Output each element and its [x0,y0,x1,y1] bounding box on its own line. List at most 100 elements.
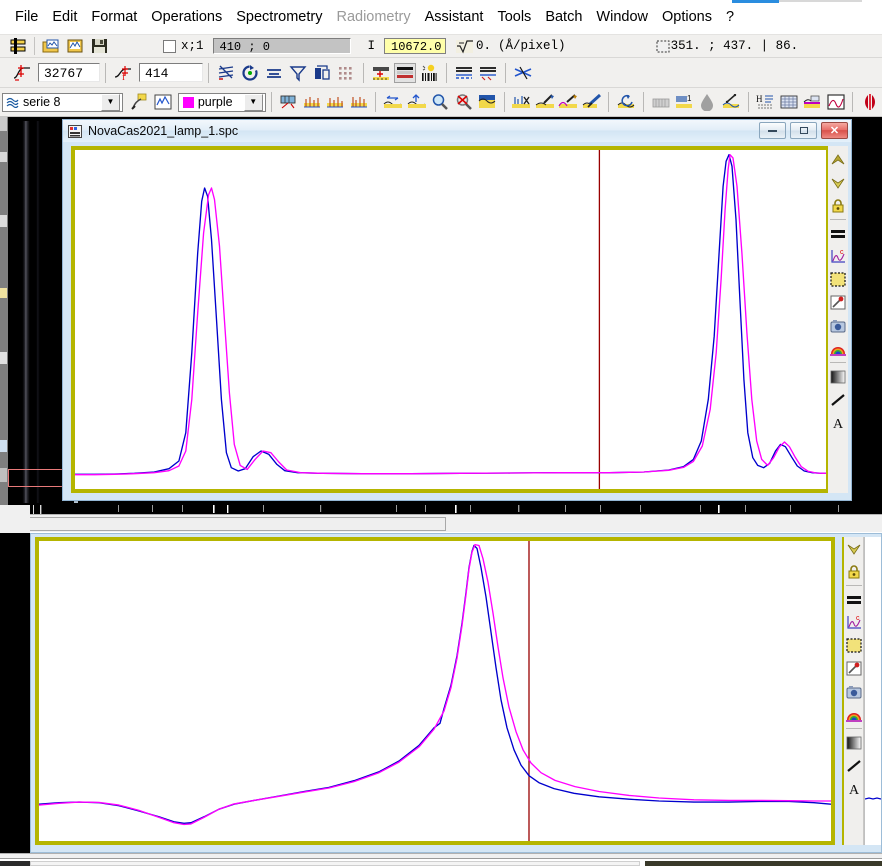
cut-curve-icon[interactable] [511,92,532,112]
maximize-button[interactable] [790,122,817,139]
top-spectrum-plot-canvas[interactable] [75,150,827,489]
hidden-window-edge-7[interactable] [0,468,7,482]
menu-item-edit[interactable]: Edit [45,7,84,27]
lock-icon[interactable] [844,560,864,583]
hidden-window-edge-2[interactable] [0,152,7,162]
text-tool-icon[interactable]: A [844,777,864,800]
profile-red-icon[interactable] [370,63,392,83]
curve-c-icon[interactable]: c [828,245,848,268]
color-combo[interactable]: purple ▼ [178,93,266,112]
menu-item-assistant[interactable]: Assistant [418,7,491,27]
lamp-barcode-icon[interactable] [418,63,440,83]
close-button[interactable]: ✕ [821,122,848,139]
curve-window-icon[interactable] [152,92,173,112]
lines-icon[interactable] [263,63,285,83]
slope-icon[interactable] [215,63,237,83]
table-icon[interactable] [778,92,799,112]
shift-vertical-icon[interactable] [406,92,427,112]
menu-item-operations[interactable]: Operations [144,7,229,27]
line-tool-icon[interactable] [844,754,864,777]
threshold-high-icon[interactable] [11,63,33,83]
undo-curve-icon[interactable] [615,92,636,112]
divide-curve-icon[interactable] [720,92,741,112]
bottom-spectrum-plot[interactable] [35,537,835,845]
fill-curve-icon[interactable] [476,92,497,112]
hidden-window-edge-6[interactable] [0,440,7,452]
menu-item-options[interactable]: Options [655,7,719,27]
selection-rectangle[interactable] [8,469,66,487]
grid-grey-icon[interactable] [650,92,671,112]
minimize-button[interactable] [759,122,786,139]
hidden-window-edge-5[interactable] [0,352,7,364]
pick-point-icon[interactable] [534,92,555,112]
grid-spectrum-icon[interactable] [278,92,299,112]
pick-peak-icon[interactable] [558,92,579,112]
gradient-icon[interactable] [828,365,848,388]
gradient-icon[interactable] [844,731,864,754]
spectrum-window-titlebar[interactable]: NovaCas2021_lamp_1.spc ✕ [63,120,851,142]
threshold-low-field[interactable]: 414 [139,63,203,82]
menu-item-help[interactable]: ? [719,7,741,27]
lock-icon[interactable] [828,194,848,217]
series-combo[interactable]: serie 8 ▼ [2,93,123,112]
camera-icon[interactable] [828,314,848,337]
pin-icon[interactable] [844,657,864,680]
zoom-cancel-icon[interactable] [453,92,474,112]
pin-icon[interactable] [828,291,848,314]
image-horizontal-scrollbar[interactable] [0,514,882,532]
equal-lines-icon[interactable] [844,588,864,611]
threshold-high-field[interactable]: 32767 [38,63,100,82]
taskbar-center[interactable] [30,861,640,866]
open-spectrum-icon[interactable] [64,36,86,56]
shift-horizontal-icon[interactable] [382,92,403,112]
grid-dots-icon[interactable] [335,63,357,83]
funnel-icon[interactable] [287,63,309,83]
menu-item-window[interactable]: Window [589,7,655,27]
rainbow-icon[interactable] [844,703,864,726]
export-curve-icon[interactable] [802,92,823,112]
lower-plot-window[interactable]: c [30,533,882,853]
peaks-3-icon[interactable] [348,92,369,112]
select-region-icon[interactable] [828,268,848,291]
threshold-low-icon[interactable]: f [112,63,134,83]
menu-item-tools[interactable]: Tools [490,7,538,27]
chevron-down-icon[interactable]: ▼ [244,94,263,111]
scrollbar-thumb[interactable] [6,517,446,531]
stack-lines-icon[interactable] [453,63,475,83]
camera-icon[interactable] [844,680,864,703]
select-region-icon[interactable] [844,634,864,657]
drop-icon[interactable] [697,92,718,112]
palette-bars-icon[interactable] [394,63,416,83]
expand-up-icon[interactable] [828,148,848,171]
line-tool-icon[interactable] [828,388,848,411]
menu-item-format[interactable]: Format [84,7,144,27]
expand-down-icon[interactable] [844,537,864,560]
rotate-icon[interactable] [239,63,261,83]
stack-lines-alt-icon[interactable] [477,63,499,83]
rainbow-icon[interactable] [828,337,848,360]
spectrum-window[interactable]: NovaCas2021_lamp_1.spc ✕ [62,119,852,501]
xscale-checkbox[interactable] [163,40,176,53]
open-image-icon[interactable] [40,36,62,56]
mirror-icon[interactable] [859,92,880,112]
top-spectrum-plot[interactable] [71,146,831,493]
expand-down-icon[interactable] [828,171,848,194]
menu-item-file[interactable]: File [8,7,45,27]
paint-curve-icon[interactable] [581,92,602,112]
layers-icon[interactable] [7,36,29,56]
coordinate-field[interactable]: 410 ; 0 [213,38,351,54]
text-tool-icon[interactable]: A [828,411,848,434]
header-table-icon[interactable]: H [755,92,776,112]
hidden-window-edge-3[interactable] [0,215,7,227]
preview-curve-icon[interactable] [825,92,846,112]
peaks-2-icon[interactable] [325,92,346,112]
menu-item-spectrometry[interactable]: Spectrometry [229,7,329,27]
rank-one-icon[interactable]: 1 [673,92,694,112]
wand-icon[interactable] [129,92,150,112]
hidden-window-edge-1[interactable] [0,117,7,131]
save-icon[interactable] [88,36,110,56]
zoom-in-icon[interactable] [429,92,450,112]
chevron-down-icon[interactable]: ▼ [101,94,120,111]
equal-lines-icon[interactable] [828,222,848,245]
transfer-icon[interactable] [311,63,333,83]
